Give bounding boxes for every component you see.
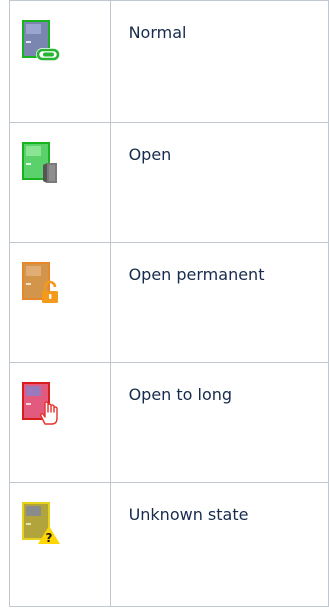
svg-text:?: ? [46,531,53,545]
door-state-legend-table: Normal Open Open permanent Open to long … [9,0,329,607]
label-cell: Unknown state [109,482,329,607]
door-open-permanent-lock-icon [22,262,58,303]
door-normal-link-icon [22,20,60,61]
door-unknown-warning-icon: ? [22,502,60,545]
state-label: Open permanent [128,265,265,284]
table-row: ? Unknown state [9,482,329,607]
label-cell: Open to long [109,362,329,483]
state-label: Normal [128,23,187,42]
state-label: Open [128,145,172,164]
door-open-too-long-hand-icon [22,382,58,425]
state-label: Unknown state [128,505,249,524]
table-row: Open to long [9,362,329,483]
label-cell: Open [109,122,329,243]
icon-cell [9,122,111,243]
table-row: Open permanent [9,242,329,363]
state-label: Open to long [128,385,233,404]
table-row: Normal [9,0,329,123]
label-cell: Normal [109,0,329,123]
icon-cell: ? [9,482,111,607]
label-cell: Open permanent [109,242,329,363]
icon-cell [9,242,111,363]
table-row: Open [9,122,329,243]
icon-cell [9,0,111,123]
icon-cell [9,362,111,483]
door-open-icon [22,142,57,183]
